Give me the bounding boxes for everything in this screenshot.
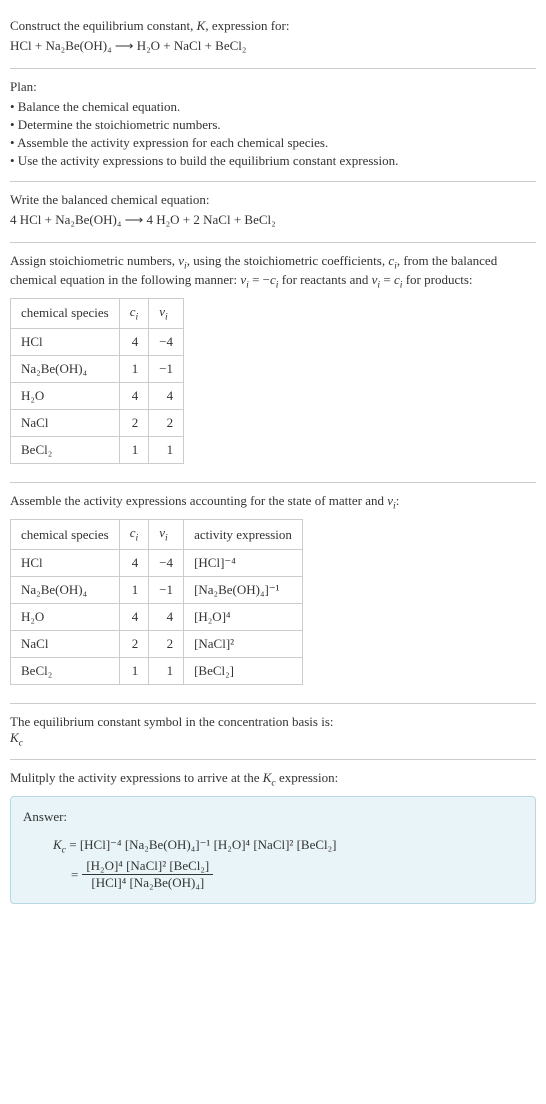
cell-c: 1 <box>119 657 149 684</box>
cell-species: Na₂Be(OH)₄ <box>11 355 120 382</box>
intro-equation: HCl + Na₂Be(OH)₄ ⟶ H₂O + NaCl + BeCl₂ <box>10 38 536 54</box>
multiply-text: Mulitply the activity expressions to arr… <box>10 770 536 789</box>
plan-item-3: • Use the activity expressions to build … <box>10 153 536 169</box>
cell-c: 2 <box>119 409 149 436</box>
table-row: Na₂Be(OH)₄ 1 −1 <box>11 355 184 382</box>
cell-v: 2 <box>149 409 184 436</box>
plan-header: Plan: <box>10 79 536 95</box>
cell-v: 4 <box>149 603 184 630</box>
stoich-section: Assign stoichiometric numbers, νi, using… <box>10 243 536 483</box>
cell-v: −1 <box>149 576 184 603</box>
answer-expr: [HCl]⁻⁴ [Na₂Be(OH)₄]⁻¹ [H₂O]⁴ [NaCl]² [B… <box>80 837 337 852</box>
stoich-table: chemical species ci νi HCl 4 −4 Na₂Be(OH… <box>10 298 184 464</box>
cell-v: 2 <box>149 630 184 657</box>
frac-denominator: [HCl]⁴ [Na₂Be(OH)₄] <box>82 875 213 891</box>
frac-numerator: [H₂O]⁴ [NaCl]² [BeCl₂] <box>82 858 213 875</box>
cell-expr: [Na₂Be(OH)₄]⁻¹ <box>184 576 303 603</box>
table-row: NaCl 2 2 <box>11 409 184 436</box>
cell-species: BeCl₂ <box>11 657 120 684</box>
col-c: ci <box>119 520 149 550</box>
cell-v: −1 <box>149 355 184 382</box>
plan-item-0: • Balance the chemical equation. <box>10 99 536 115</box>
cell-c: 4 <box>119 603 149 630</box>
cell-expr: [BeCl₂] <box>184 657 303 684</box>
cell-species: BeCl₂ <box>11 436 120 463</box>
cell-c: 4 <box>119 549 149 576</box>
table-row: HCl 4 −4 [HCl]⁻⁴ <box>11 549 303 576</box>
cell-v: 1 <box>149 436 184 463</box>
col-species: chemical species <box>11 520 120 550</box>
symbol-section: The equilibrium constant symbol in the c… <box>10 704 536 760</box>
cell-c: 4 <box>119 382 149 409</box>
multiply-section: Mulitply the activity expressions to arr… <box>10 760 536 915</box>
balanced-section: Write the balanced chemical equation: 4 … <box>10 182 536 243</box>
answer-formula-line2: = [H₂O]⁴ [NaCl]² [BeCl₂] [HCl]⁴ [Na₂Be(O… <box>53 858 523 891</box>
table-header-row: chemical species ci νi activity expressi… <box>11 520 303 550</box>
cell-species: NaCl <box>11 630 120 657</box>
col-v: νi <box>149 520 184 550</box>
answer-label: Answer: <box>23 809 523 825</box>
plan-item-1: • Determine the stoichiometric numbers. <box>10 117 536 133</box>
balanced-equation: 4 HCl + Na₂Be(OH)₄ ⟶ 4 H₂O + 2 NaCl + Be… <box>10 212 536 228</box>
cell-species: NaCl <box>11 409 120 436</box>
table-row: H₂O 4 4 <box>11 382 184 409</box>
cell-species: H₂O <box>11 603 120 630</box>
activity-table: chemical species ci νi activity expressi… <box>10 519 303 685</box>
cell-v: −4 <box>149 549 184 576</box>
cell-c: 1 <box>119 436 149 463</box>
stoich-intro: Assign stoichiometric numbers, νi, using… <box>10 253 536 290</box>
answer-formula-line1: Kc = [HCl]⁻⁴ [Na₂Be(OH)₄]⁻¹ [H₂O]⁴ [NaCl… <box>53 835 523 858</box>
table-row: BeCl₂ 1 1 [BeCl₂] <box>11 657 303 684</box>
cell-c: 1 <box>119 576 149 603</box>
col-expr: activity expression <box>184 520 303 550</box>
table-row: HCl 4 −4 <box>11 328 184 355</box>
symbol-line1: The equilibrium constant symbol in the c… <box>10 714 536 730</box>
col-c: ci <box>119 299 149 329</box>
cell-species: HCl <box>11 549 120 576</box>
answer-fraction: [H₂O]⁴ [NaCl]² [BeCl₂] [HCl]⁴ [Na₂Be(OH)… <box>82 858 213 891</box>
intro-section: Construct the equilibrium constant, K, e… <box>10 8 536 69</box>
activity-intro: Assemble the activity expressions accoun… <box>10 493 536 512</box>
table-row: H₂O 4 4 [H₂O]⁴ <box>11 603 303 630</box>
cell-v: 4 <box>149 382 184 409</box>
cell-v: −4 <box>149 328 184 355</box>
cell-expr: [NaCl]² <box>184 630 303 657</box>
col-v: νi <box>149 299 184 329</box>
table-row: Na₂Be(OH)₄ 1 −1 [Na₂Be(OH)₄]⁻¹ <box>11 576 303 603</box>
symbol-line2: Kc <box>10 730 536 749</box>
cell-c: 1 <box>119 355 149 382</box>
cell-species: HCl <box>11 328 120 355</box>
answer-box: Answer: Kc = [HCl]⁻⁴ [Na₂Be(OH)₄]⁻¹ [H₂O… <box>10 796 536 904</box>
cell-c: 4 <box>119 328 149 355</box>
table-header-row: chemical species ci νi <box>11 299 184 329</box>
cell-c: 2 <box>119 630 149 657</box>
cell-expr: [H₂O]⁴ <box>184 603 303 630</box>
cell-species: Na₂Be(OH)₄ <box>11 576 120 603</box>
cell-expr: [HCl]⁻⁴ <box>184 549 303 576</box>
cell-species: H₂O <box>11 382 120 409</box>
plan-section: Plan: • Balance the chemical equation. •… <box>10 69 536 182</box>
col-species: chemical species <box>11 299 120 329</box>
balanced-header: Write the balanced chemical equation: <box>10 192 536 208</box>
table-row: NaCl 2 2 [NaCl]² <box>11 630 303 657</box>
activity-section: Assemble the activity expressions accoun… <box>10 483 536 704</box>
cell-v: 1 <box>149 657 184 684</box>
intro-line1: Construct the equilibrium constant, K, e… <box>10 18 536 34</box>
plan-item-2: • Assemble the activity expression for e… <box>10 135 536 151</box>
table-row: BeCl₂ 1 1 <box>11 436 184 463</box>
